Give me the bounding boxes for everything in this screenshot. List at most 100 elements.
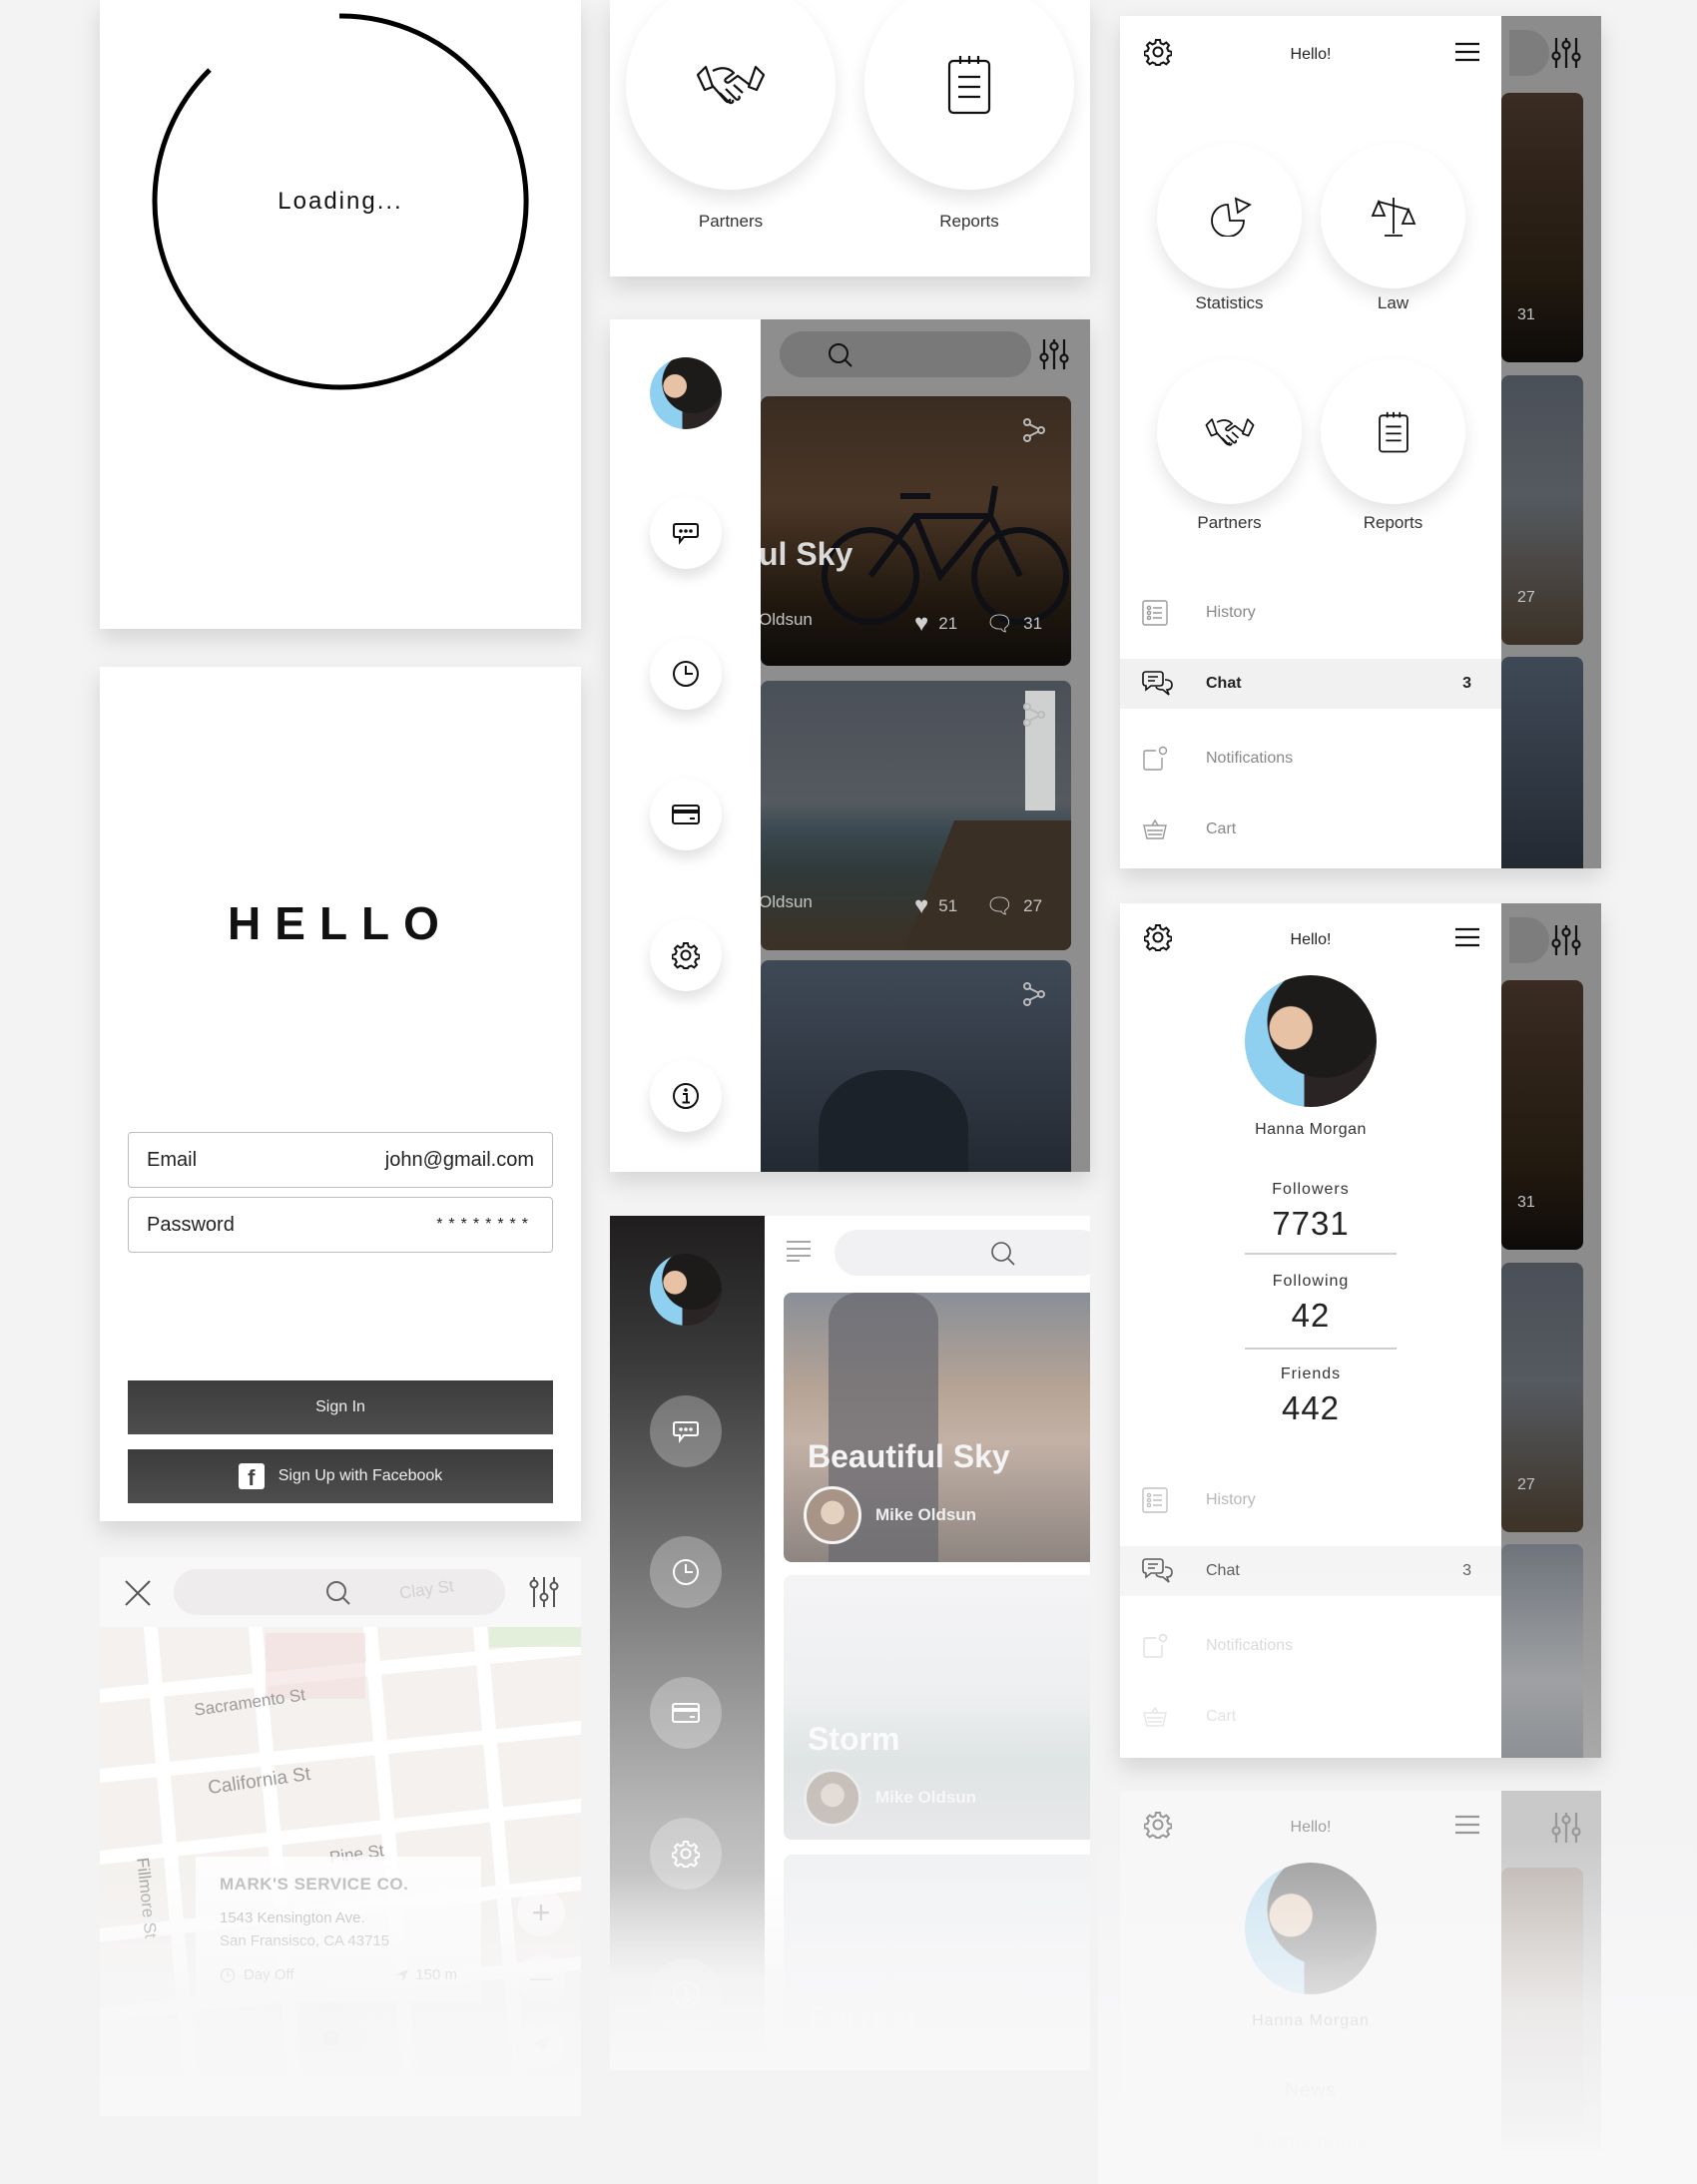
author-name: Oldsun: [761, 892, 813, 911]
photo-card[interactable]: 27: [1501, 375, 1583, 645]
sidebar-item-info[interactable]: [650, 1958, 722, 2030]
hamburger-menu-icon[interactable]: [1455, 927, 1479, 947]
zoom-out-button[interactable]: —: [517, 1954, 565, 2002]
close-icon[interactable]: [124, 1579, 152, 1607]
sidebar-item-history[interactable]: [650, 1536, 722, 1608]
place-address-line1: 1543 Kensington Ave.: [220, 1910, 365, 1926]
sidebar-item-payments[interactable]: [650, 1677, 722, 1749]
author-avatar[interactable]: [804, 1769, 861, 1827]
partners-label: Partners: [698, 212, 764, 231]
profile-avatar[interactable]: [1245, 1863, 1377, 1994]
filter-sliders-icon[interactable]: [1551, 36, 1581, 70]
sidebar-item-info[interactable]: [650, 1060, 722, 1132]
menu-item-cart[interactable]: Cart: [1120, 805, 1501, 854]
photo-card[interactable]: Beautiful Sky Mike Oldsun ♥: [784, 1293, 1090, 1562]
search-icon: [326, 1581, 350, 1605]
photo-card[interactable]: Oldsun ♥ 51 🗨 27: [761, 681, 1071, 950]
law-tile[interactable]: [1321, 144, 1465, 288]
filter-sliders-icon[interactable]: [529, 1575, 559, 1609]
friends-count: 442: [1281, 1389, 1341, 1426]
menu-item-cart[interactable]: Cart: [1120, 1692, 1501, 1742]
filter-sliders-icon[interactable]: [1039, 337, 1069, 371]
drawer-greeting: Hello!: [1290, 1819, 1332, 1836]
location-pin[interactable]: [295, 2002, 367, 2074]
comment-icon[interactable]: 🗨: [985, 611, 1013, 637]
menu-item-notifications[interactable]: Notifications: [1120, 1621, 1501, 1671]
search-icon: [829, 343, 852, 367]
news-dropdown[interactable]: News: [1120, 2080, 1501, 2102]
heart-icon[interactable]: ♥: [914, 892, 928, 920]
feed-search-input[interactable]: [780, 331, 1031, 377]
hamburger-menu-icon[interactable]: [786, 1240, 812, 1262]
following-count: 42: [1291, 1297, 1331, 1334]
hamburger-menu-icon[interactable]: [1455, 42, 1479, 62]
heart-icon[interactable]: ♥: [914, 610, 928, 638]
menu-item-history[interactable]: History: [1120, 1475, 1501, 1525]
share-icon[interactable]: [1023, 982, 1045, 1006]
photo-card[interactable]: 31: [1501, 980, 1583, 1250]
zoom-in-button[interactable]: +: [517, 1889, 565, 1936]
menu-item-chat[interactable]: Chat 3: [1120, 659, 1501, 709]
author-name: Oldsun: [761, 610, 813, 629]
photo-card[interactable]: Storm Mike Oldsun ♥: [784, 1575, 1090, 1840]
photo-card[interactable]: [761, 960, 1071, 1172]
author-avatar[interactable]: [804, 1486, 861, 1544]
reports-tile[interactable]: [864, 0, 1074, 190]
comment-icon[interactable]: 🗨: [985, 893, 1013, 919]
sidebar-item-chat[interactable]: [650, 497, 722, 569]
facebook-signup-button[interactable]: f Sign Up with Facebook: [128, 1449, 553, 1503]
photo-card[interactable]: [1501, 1544, 1583, 1758]
photo-card[interactable]: 31: [1501, 93, 1583, 362]
filter-sliders-icon[interactable]: [1551, 923, 1581, 957]
user-avatar[interactable]: [650, 357, 722, 429]
divider: [1245, 1348, 1397, 1350]
photo-card[interactable]: [1501, 1868, 1583, 2137]
list-icon: [1142, 1487, 1168, 1513]
share-icon[interactable]: [1023, 418, 1045, 442]
menu-item-notifications[interactable]: Notifications: [1120, 734, 1501, 784]
map-search-input[interactable]: Clay St: [174, 1569, 505, 1615]
feed-with-dark-sidebar: Beautiful Sky Mike Oldsun ♥ Storm Mike O…: [610, 1216, 1090, 2070]
statistics-tile[interactable]: [1157, 144, 1302, 288]
sign-in-button[interactable]: Sign In: [128, 1380, 553, 1434]
sidebar-dark: [610, 1216, 765, 2070]
password-field[interactable]: Password ********: [128, 1197, 553, 1253]
photo-card[interactable]: ul Sky Oldsun ♥ 21 🗨 31: [761, 396, 1071, 666]
author-name: Mike Oldsun: [875, 1788, 977, 1807]
photo-card[interactable]: Forrest: [784, 1855, 1090, 2070]
photo-card[interactable]: [1501, 657, 1583, 868]
pie-chart-icon: [1210, 197, 1252, 237]
reports-tile[interactable]: [1321, 359, 1465, 504]
photo-card[interactable]: 27: [1501, 1263, 1583, 1532]
drawer-header: Hello!: [1120, 16, 1501, 92]
facebook-signup-label: Sign Up with Facebook: [278, 1467, 443, 1484]
menu-item-history[interactable]: History: [1120, 588, 1501, 638]
sidebar-item-settings[interactable]: [650, 1818, 722, 1890]
suggestions-item[interactable]: Suggestions: [1120, 2132, 1501, 2150]
email-field[interactable]: Email john@gmail.com: [128, 1132, 553, 1188]
menu-item-chat[interactable]: Chat 3: [1120, 1546, 1501, 1596]
sign-in-label: Sign In: [315, 1398, 365, 1415]
place-info-card[interactable]: MARK'S SERVICE CO. 1543 Kensington Ave. …: [196, 1857, 481, 2002]
profile-avatar[interactable]: [1245, 975, 1377, 1107]
sidebar-item-history[interactable]: [650, 638, 722, 710]
locate-me-button[interactable]: [517, 2021, 565, 2069]
basket-icon: [1143, 819, 1167, 839]
hamburger-menu-icon[interactable]: [1455, 1815, 1479, 1835]
notepad-icon: [1378, 411, 1409, 452]
share-icon[interactable]: [1023, 703, 1045, 727]
user-avatar[interactable]: [650, 1254, 722, 1326]
drawer-profile-screen: 31 27 Hello! Hanna Morgan Followers 7731…: [1120, 903, 1601, 1758]
partners-tile[interactable]: [626, 0, 836, 190]
sidebar-item-chat[interactable]: [650, 1395, 722, 1467]
navigation-arrow-icon: [532, 2036, 550, 2054]
sidebar-item-payments[interactable]: [650, 779, 722, 850]
filter-sliders-icon[interactable]: [1551, 1811, 1581, 1845]
feed-search-input[interactable]: [835, 1230, 1090, 1276]
email-value[interactable]: john@gmail.com: [385, 1149, 534, 1172]
card-stats: ♥ 21 🗨 31: [914, 610, 1042, 638]
password-value[interactable]: ********: [436, 1216, 534, 1234]
partners-tile[interactable]: [1157, 359, 1302, 504]
chat-icon: [673, 1421, 699, 1443]
sidebar-item-settings[interactable]: [650, 919, 722, 991]
